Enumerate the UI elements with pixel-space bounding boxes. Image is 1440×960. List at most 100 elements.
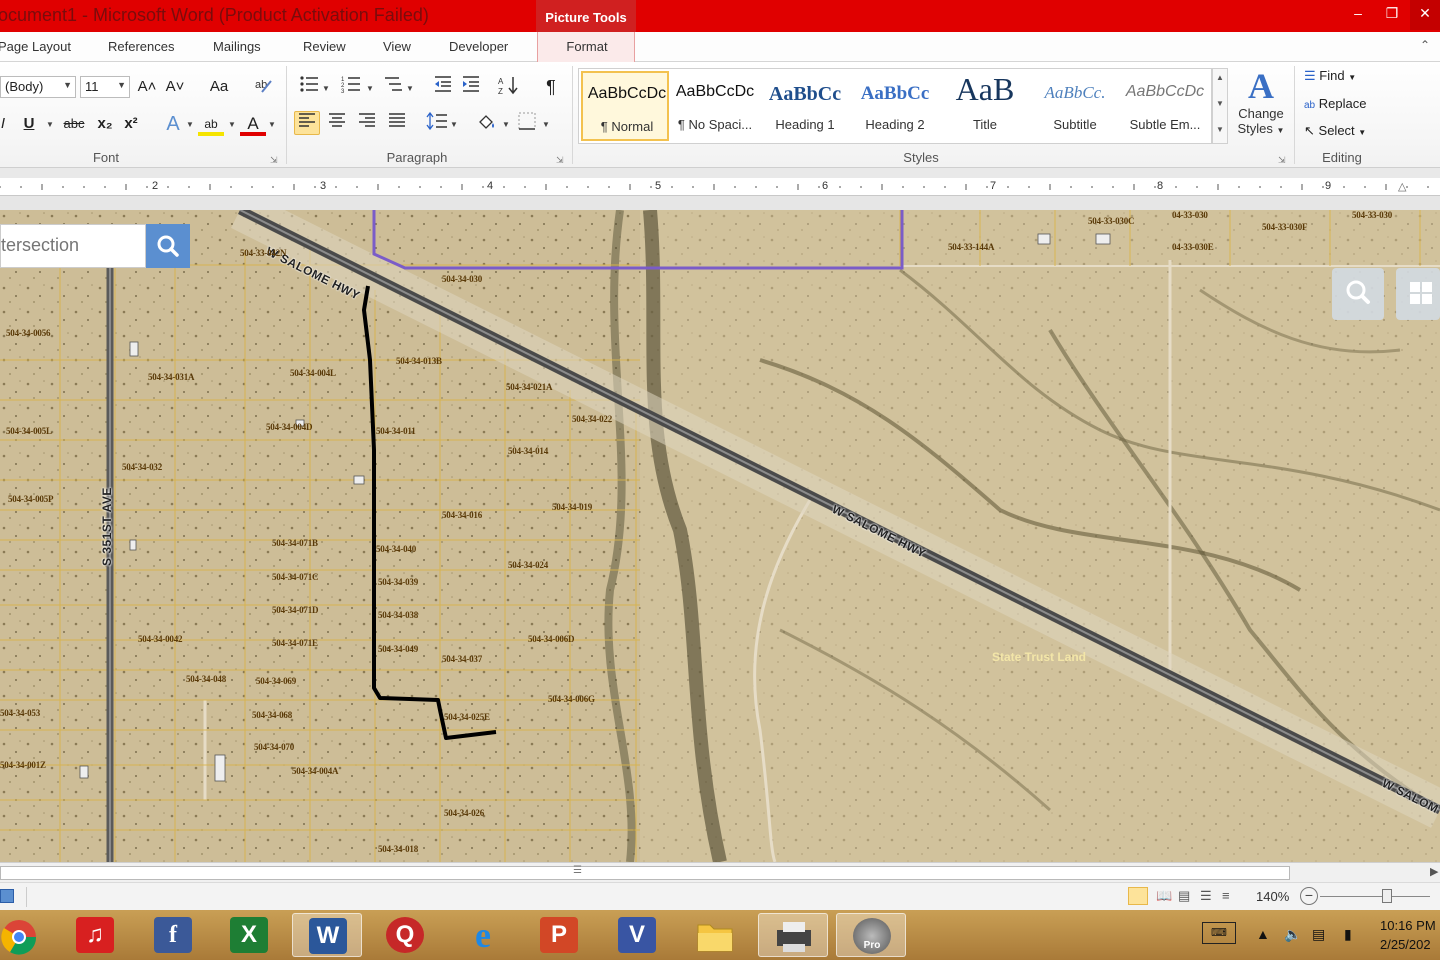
- chevron-up-icon[interactable]: ▲: [1216, 73, 1224, 82]
- highlight-button[interactable]: ab: [198, 112, 224, 136]
- italic-button[interactable]: I: [0, 112, 16, 136]
- replace-button[interactable]: ab Replace: [1304, 96, 1366, 111]
- tab-page-layout[interactable]: Page Layout: [0, 39, 71, 54]
- map-search-button[interactable]: [146, 224, 190, 268]
- change-case-button[interactable]: Aa: [202, 75, 236, 99]
- style-subtitle[interactable]: AaBbCc. Subtitle: [1031, 71, 1119, 141]
- parcel-label: 504-34-004D: [266, 422, 313, 432]
- speaker-icon[interactable]: 🔈: [1284, 926, 1301, 943]
- tab-view[interactable]: View: [383, 39, 411, 54]
- web-layout-icon[interactable]: ▤: [1178, 888, 1190, 904]
- clear-formatting-icon[interactable]: ab: [252, 75, 278, 99]
- show-marks-button[interactable]: ¶: [538, 75, 564, 99]
- paragraph-dialog-launcher-icon[interactable]: ⇲: [556, 155, 564, 166]
- shading-icon[interactable]: [474, 112, 500, 136]
- numbering-icon[interactable]: 123: [338, 75, 364, 99]
- restore-button[interactable]: ❐: [1372, 0, 1412, 30]
- taskbar-google-earth[interactable]: Pro: [836, 913, 906, 957]
- taskbar-chrome[interactable]: [0, 913, 54, 957]
- style-normal[interactable]: AaBbCcDc ¶ Normal: [581, 71, 669, 141]
- font-name-combo[interactable]: (Body) ▼: [0, 76, 76, 98]
- font-size-combo[interactable]: 11 ▼: [80, 76, 130, 98]
- change-styles-button[interactable]: A Change Styles ▼: [1232, 66, 1290, 146]
- styles-group-label: Styles: [903, 150, 939, 165]
- show-hidden-icons-icon[interactable]: ▲: [1256, 926, 1270, 942]
- grow-font-button[interactable]: A˄: [134, 75, 160, 99]
- full-screen-reading-icon[interactable]: 📖: [1156, 888, 1172, 904]
- text-effects-icon[interactable]: A: [160, 112, 186, 136]
- macro-record-icon[interactable]: [0, 889, 14, 903]
- tab-review[interactable]: Review: [303, 39, 346, 54]
- find-button[interactable]: ☰ Find ▼: [1304, 68, 1356, 84]
- tab-references[interactable]: References: [108, 39, 174, 54]
- map-search-input[interactable]: [1, 225, 141, 265]
- map-basemap-button[interactable]: [1396, 268, 1440, 320]
- network-icon[interactable]: ▤: [1312, 926, 1325, 943]
- style-heading-2[interactable]: AaBbCc Heading 2: [851, 71, 939, 141]
- minimize-ribbon-icon[interactable]: ⌃: [1420, 38, 1430, 52]
- ruler-number: 7: [990, 180, 997, 192]
- taskbar-quicken[interactable]: Q: [370, 913, 440, 957]
- increase-indent-icon[interactable]: [458, 75, 484, 99]
- clock[interactable]: 10:16 PM 2/25/202: [1380, 916, 1436, 954]
- gallery-scroll[interactable]: ▲ ▼ ▼: [1212, 68, 1228, 144]
- taskbar-word[interactable]: W: [292, 913, 362, 957]
- decrease-indent-icon[interactable]: [430, 75, 456, 99]
- taskbar-file-explorer[interactable]: [680, 913, 750, 957]
- line-spacing-icon[interactable]: [424, 111, 450, 136]
- style-no-spacing[interactable]: AaBbCcDc ¶ No Spaci...: [671, 71, 759, 141]
- keyboard-icon[interactable]: ⌨: [1202, 922, 1236, 944]
- gallery-more-icon[interactable]: ▼: [1216, 125, 1224, 134]
- style-heading-1[interactable]: AaBbCc Heading 1: [761, 71, 849, 141]
- select-label: Select: [1318, 123, 1355, 138]
- subscript-button[interactable]: x₂: [92, 112, 118, 136]
- tab-format[interactable]: Format: [537, 32, 635, 62]
- taskbar-powerpoint[interactable]: P: [524, 913, 594, 957]
- strikethrough-button[interactable]: abc: [60, 112, 88, 136]
- horizontal-ruler[interactable]: 2 3 4 5 6 7 8 9 △: [0, 178, 1440, 196]
- print-layout-icon[interactable]: [1128, 887, 1148, 905]
- style-subtle-emphasis[interactable]: AaBbCcDc Subtle Em...: [1121, 71, 1209, 141]
- taskbar-excel[interactable]: X: [214, 913, 284, 957]
- align-center-icon[interactable]: [324, 112, 350, 136]
- styles-dialog-launcher-icon[interactable]: ⇲: [1278, 155, 1286, 166]
- align-right-icon[interactable]: [354, 112, 380, 136]
- horizontal-scrollbar[interactable]: ☰ ▶: [0, 862, 1440, 882]
- select-button[interactable]: ↖ Select ▼: [1304, 123, 1366, 139]
- superscript-button[interactable]: x²: [118, 112, 144, 136]
- outline-icon[interactable]: ☰: [1200, 888, 1212, 904]
- taskbar-internet-explorer[interactable]: e: [448, 913, 518, 957]
- font-dialog-launcher-icon[interactable]: ⇲: [270, 155, 278, 166]
- zoom-out-icon[interactable]: −: [1300, 887, 1318, 905]
- scroll-right-icon[interactable]: ▶: [1430, 865, 1438, 878]
- tab-developer[interactable]: Developer: [449, 39, 508, 54]
- draft-icon[interactable]: ≡: [1222, 888, 1230, 903]
- bullets-icon[interactable]: [296, 75, 322, 99]
- map-search-box[interactable]: [0, 224, 146, 268]
- taskbar-scanner[interactable]: [758, 913, 828, 957]
- ruler-number: 4: [487, 180, 494, 192]
- font-color-button[interactable]: A: [240, 112, 266, 136]
- taskbar-visio[interactable]: V: [602, 913, 672, 957]
- shrink-font-button[interactable]: A˅: [162, 75, 188, 99]
- sort-icon[interactable]: AZ: [496, 75, 522, 99]
- underline-button[interactable]: U: [16, 112, 42, 136]
- multilevel-list-icon[interactable]: [380, 75, 406, 99]
- chevron-down-icon[interactable]: ▼: [1216, 99, 1224, 108]
- embedded-map-image[interactable]: W SALOME HWY W SALOME HWY W SALOM S 351S…: [0, 210, 1440, 862]
- map-zoom-search-button[interactable]: [1332, 268, 1384, 320]
- style-title[interactable]: AaB Title: [941, 71, 1029, 141]
- zoom-slider[interactable]: [1320, 896, 1430, 897]
- tab-mailings[interactable]: Mailings: [213, 39, 261, 54]
- zoom-level[interactable]: 140%: [1256, 889, 1289, 904]
- battery-icon[interactable]: ▮: [1344, 926, 1352, 943]
- zoom-slider-thumb[interactable]: [1382, 889, 1392, 903]
- taskbar-music[interactable]: ♫: [60, 913, 130, 957]
- borders-icon[interactable]: [514, 112, 540, 136]
- align-left-icon[interactable]: [294, 111, 320, 135]
- indent-marker-icon[interactable]: △: [1398, 180, 1406, 193]
- taskbar-facebook[interactable]: f: [138, 913, 208, 957]
- scrollbar-thumb[interactable]: ☰: [0, 865, 1290, 880]
- close-button[interactable]: ✕: [1410, 0, 1440, 30]
- justify-icon[interactable]: [384, 112, 410, 136]
